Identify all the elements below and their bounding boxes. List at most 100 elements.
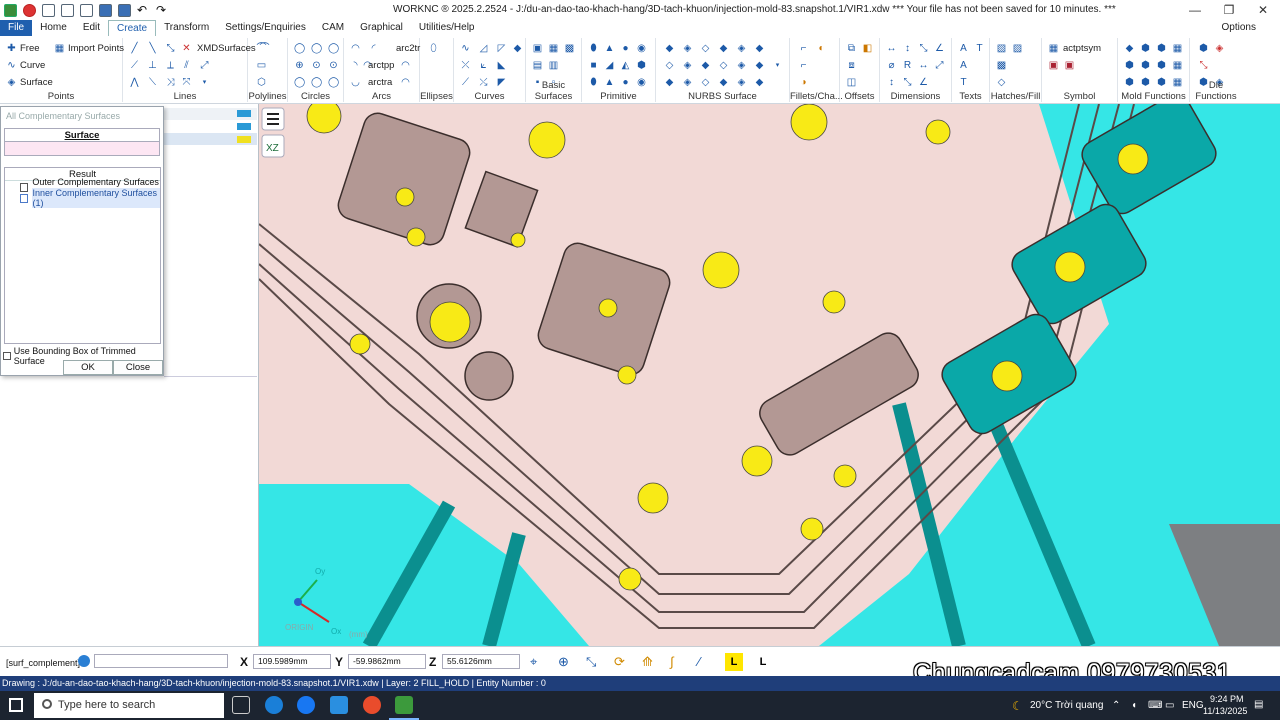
nurbs-4-icon[interactable]: ◆ xyxy=(718,43,729,54)
maximize-button[interactable]: ❐ xyxy=(1212,0,1246,20)
notification-icon[interactable]: ▤ xyxy=(1254,699,1263,710)
close-button[interactable]: Close xyxy=(113,360,163,375)
clock-date[interactable]: 11/13/2025 xyxy=(1203,706,1247,716)
text-4-icon[interactable]: T xyxy=(958,77,969,88)
symbol-2-icon[interactable]: ▣ xyxy=(1048,60,1059,71)
language-indicator[interactable]: ENG xyxy=(1182,700,1204,711)
arctpp-button[interactable]: arctpp xyxy=(368,60,394,71)
circle-rad-icon[interactable]: ◯ xyxy=(294,77,305,88)
menu-cam[interactable]: CAM xyxy=(314,20,352,36)
hatch-2-icon[interactable]: ▨ xyxy=(1012,43,1023,54)
menu-settings[interactable]: Settings/Enquiries xyxy=(217,20,314,36)
mold-4-icon[interactable]: ▦ xyxy=(1172,43,1183,54)
new-file-icon[interactable] xyxy=(42,3,55,17)
dim-7-icon[interactable]: ↔ xyxy=(918,60,929,71)
offset-2-icon[interactable]: ◧ xyxy=(862,43,873,54)
zalo-icon[interactable] xyxy=(330,696,348,714)
menu-create[interactable]: Create xyxy=(108,19,157,37)
mold-12-icon[interactable]: ▦ xyxy=(1172,77,1183,88)
arc2tr-button[interactable]: arc2tr xyxy=(396,43,420,54)
bounding-box-checkbox[interactable] xyxy=(3,352,11,360)
layer-toggle-2-icon[interactable]: L xyxy=(754,653,772,671)
document-icon[interactable] xyxy=(80,3,93,17)
save-as-icon[interactable] xyxy=(118,3,131,17)
nurbs-3-icon[interactable]: ◇ xyxy=(700,43,711,54)
worknc-taskbar-icon[interactable] xyxy=(395,696,413,714)
polyline-rect-icon[interactable]: ▭ xyxy=(256,60,267,71)
dim-9-icon[interactable]: ↕ xyxy=(886,77,897,88)
undo-icon[interactable]: ↶ xyxy=(137,4,150,17)
line-bisect-icon[interactable]: ⋀ xyxy=(129,77,140,88)
dim-6-icon[interactable]: R xyxy=(902,60,913,71)
symbol-icon[interactable]: ▦ xyxy=(1048,43,1059,54)
surface-point-button[interactable]: Surface xyxy=(20,77,53,88)
ellipse-icon[interactable]: ⬯ xyxy=(428,43,439,54)
wedge-icon[interactable]: ◢ xyxy=(604,60,615,71)
dim-8-icon[interactable]: ⤢ xyxy=(934,60,945,71)
open-folder-icon[interactable] xyxy=(61,3,74,17)
layer-toggle-icon[interactable]: L xyxy=(725,653,743,671)
text-2-icon[interactable]: T xyxy=(974,43,985,54)
curve-4-icon[interactable]: ◆ xyxy=(512,43,523,54)
curve-3-icon[interactable]: ◸ xyxy=(496,43,507,54)
snap-6-icon[interactable]: ∫ xyxy=(670,654,686,670)
menu-home[interactable]: Home xyxy=(32,20,75,36)
circle-off-icon[interactable]: ◯ xyxy=(328,77,339,88)
arc-2-icon[interactable]: ◜ xyxy=(368,43,379,54)
snap-4-icon[interactable]: ⟳ xyxy=(614,654,630,670)
chamfer-icon[interactable]: ⌐ xyxy=(798,60,809,71)
box-icon[interactable]: ■ xyxy=(588,60,599,71)
plane-icon[interactable]: ▣ xyxy=(532,43,543,54)
mold-8-icon[interactable]: ▦ xyxy=(1172,60,1183,71)
curve-6-icon[interactable]: ⟀ xyxy=(478,60,489,71)
arc-4-icon[interactable]: ◠ xyxy=(400,60,411,71)
mold-6-icon[interactable]: ⬢ xyxy=(1140,60,1151,71)
hatch-4-icon[interactable]: ◇ xyxy=(996,77,1007,88)
xmd-surfaces-button[interactable]: XMDSurfaces xyxy=(197,43,256,54)
surface-tab[interactable]: Surface xyxy=(4,128,160,142)
nurbs-18-icon[interactable]: ◆ xyxy=(754,77,765,88)
fillet-icon[interactable]: ⌐ xyxy=(798,43,809,54)
weather-text[interactable]: 20°C Trời quang xyxy=(1030,700,1103,711)
snap-5-icon[interactable]: ⟰ xyxy=(642,654,658,670)
nurbs-16-icon[interactable]: ◆ xyxy=(718,77,729,88)
circle-icon[interactable]: ◯ xyxy=(294,43,305,54)
dim-10-icon[interactable]: ⤡ xyxy=(902,77,913,88)
mold-7-icon[interactable]: ⬢ xyxy=(1156,60,1167,71)
nurbs-11-icon[interactable]: ◈ xyxy=(736,60,747,71)
actptsym-button[interactable]: actptsym xyxy=(1063,43,1101,54)
battery-icon[interactable]: ▭ xyxy=(1165,700,1174,711)
sphere-icon[interactable]: ● xyxy=(620,43,631,54)
line-tangent-icon[interactable]: ⟂ xyxy=(165,60,176,71)
text-icon[interactable]: A xyxy=(958,43,969,54)
extrude-icon[interactable]: ▤ xyxy=(532,60,543,71)
clock-time[interactable]: 9:24 PM xyxy=(1210,694,1244,704)
task-view-icon[interactable] xyxy=(232,696,250,714)
line-pick-icon[interactable]: ⤡ xyxy=(165,43,176,54)
line-extend-icon[interactable]: ⤢ xyxy=(199,60,210,71)
arctra-icon[interactable]: ◡ xyxy=(350,77,361,88)
menu-file[interactable]: File xyxy=(0,20,33,36)
nurbs-8-icon[interactable]: ◈ xyxy=(682,60,693,71)
circle-tan-icon[interactable]: ⊙ xyxy=(311,60,322,71)
mold-3-icon[interactable]: ⬢ xyxy=(1156,43,1167,54)
redo-icon[interactable]: ↷ xyxy=(156,4,169,17)
z-coordinate[interactable]: 55.6126mm xyxy=(442,654,520,669)
curve-point-button[interactable]: Curve xyxy=(20,60,45,71)
ok-button[interactable]: OK xyxy=(63,360,113,375)
polyline-poly-icon[interactable]: ⬡ xyxy=(256,77,267,88)
minimize-button[interactable]: — xyxy=(1178,0,1212,20)
curve-8-icon[interactable]: ⟋ xyxy=(460,77,471,88)
dim-3-icon[interactable]: ⤡ xyxy=(918,43,929,54)
polyline-arc-icon[interactable]: ⌒ xyxy=(256,43,267,54)
sweep-icon[interactable]: ▥ xyxy=(548,60,559,71)
fillet-3-icon[interactable]: ◑ xyxy=(798,77,809,88)
nurbs-12-icon[interactable]: ◆ xyxy=(754,60,765,71)
import-points-button[interactable]: Import Points xyxy=(68,43,124,54)
prim-9-icon[interactable]: ⬮ xyxy=(588,77,599,88)
y-coordinate[interactable]: -59.9862mm xyxy=(348,654,426,669)
circle-2-icon[interactable]: ◯ xyxy=(311,43,322,54)
curve-5-icon[interactable]: ⤫ xyxy=(460,60,471,71)
menu-transform[interactable]: Transform xyxy=(156,20,217,36)
graphics-viewport[interactable]: XZ Oy Ox ORIGIN (mm) xyxy=(259,104,1280,646)
